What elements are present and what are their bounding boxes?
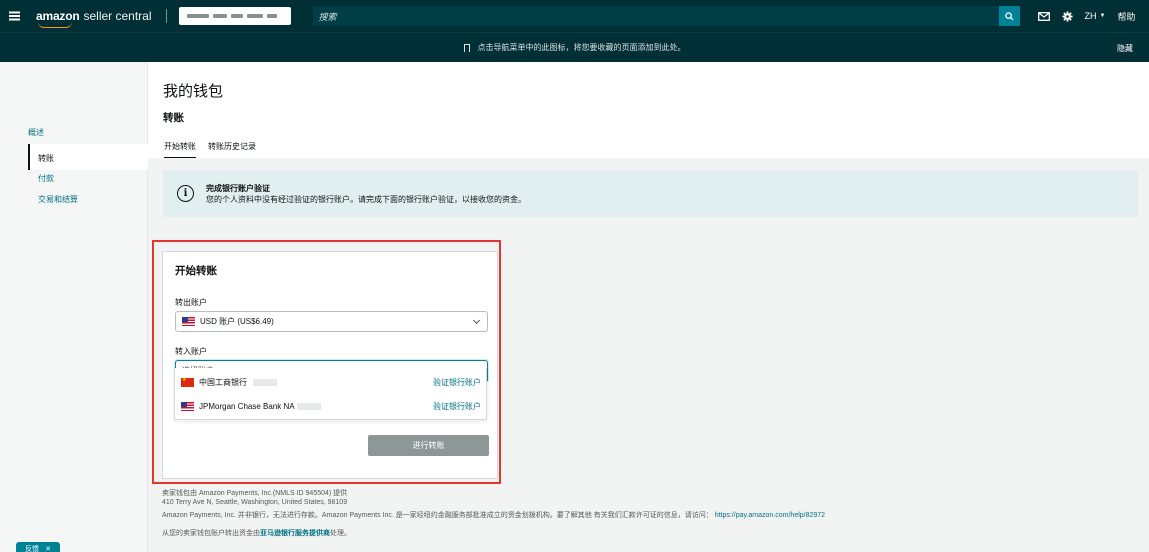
sidebar-item-payments[interactable]: 付款 [38,173,54,184]
alert-body: 您的个人资料中没有经过验证的银行账户。请完成下面的银行账户验证，以接收您的资金。 [206,194,526,204]
feedback-button[interactable]: 反馈 ✕ [16,542,60,552]
tab-transfer-history[interactable]: 转账历史记录 [208,141,256,152]
caret-down-icon: ▼ [1099,13,1106,19]
hamburger-menu-icon[interactable] [0,0,28,32]
verification-alert: i 完成银行账户验证 您的个人资料中没有经过验证的银行账户。请完成下面的银行账户… [163,170,1138,217]
search-button[interactable] [998,6,1020,26]
sidebar-item-transactions[interactable]: 交易和结算 [38,194,78,205]
tab-start-transfer[interactable]: 开始转账 [164,141,196,159]
license-info-link[interactable]: https://pay.amazon.com/help/82972 [715,512,825,519]
language-selector[interactable]: ZH ▼ [1085,11,1106,21]
mail-icon[interactable] [1037,11,1050,21]
search-input[interactable]: 搜索 [312,6,999,26]
gear-icon[interactable] [1061,10,1073,22]
bookmark-icon [463,43,470,52]
footer-line-3: Amazon Payments, Inc. 并非银行，无法进行存款。Amazon… [162,512,826,519]
account-switcher[interactable] [178,7,291,25]
bookmark-hint: 点击导航菜单中的此图标，将您要收藏的页面添加到此处。 [477,43,686,52]
search-icon [1004,11,1014,21]
help-link[interactable]: 帮助 [1117,10,1135,23]
footer-line-4: 从您的卖家钱包账户转出资金由亚马逊银行服务提供商处理。 [162,530,351,537]
bank-provider-link[interactable]: 亚马逊银行服务提供商 [260,530,330,537]
logo-smile [38,22,72,28]
main-header: 我的钱包 转账 开始转账 转账历史记录 [148,62,1149,159]
close-icon: ✕ [45,546,51,552]
sidebar-item-transfer[interactable]: 转账 [38,153,54,164]
alert-title: 完成银行账户验证 [206,183,270,193]
footer-line-2: 410 Terry Ave N, Seattle, Washington, Un… [162,499,348,506]
footer-line-1: 卖家钱包由 Amazon Payments, Inc.(NMLS ID 9455… [162,490,348,497]
bookmark-bar: 点击导航菜单中的此图标，将您要收藏的页面添加到此处。 隐藏 [0,32,1149,62]
highlight-box [152,240,501,484]
sidebar-item-overview[interactable]: 概述 [28,127,44,138]
section-title: 转账 [163,112,184,124]
sidebar: 概述 转账 付款 交易和结算 反馈 ✕ [0,62,148,552]
amazon-seller-central-logo[interactable]: amazon seller central [36,9,152,28]
divider [165,9,167,23]
info-icon: i [177,185,194,202]
top-navigation-bar: amazon seller central 搜索 ZH ▼ 帮助 [0,0,1149,32]
hide-link[interactable]: 隐藏 [1117,43,1133,54]
page-title: 我的钱包 [163,83,224,100]
